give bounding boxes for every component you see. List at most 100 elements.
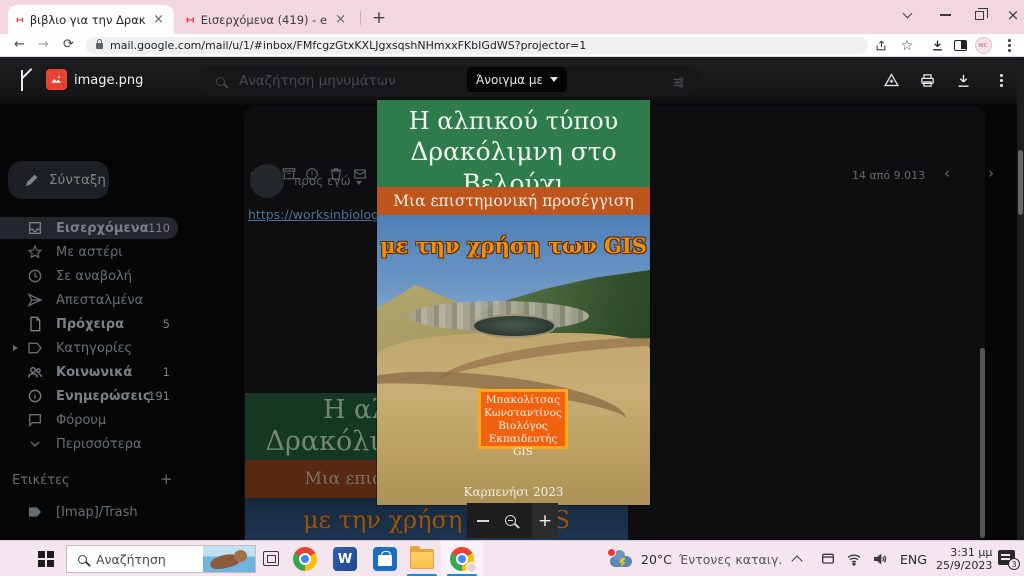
sidebar-item-people: Κοινωνικά1 — [0, 361, 178, 383]
browser-scrollbar[interactable] — [1017, 57, 1024, 540]
author-line: Κωνσταντίνος — [481, 407, 565, 420]
url-text: mail.google.com/mail/u/1/#inbox/FMfcgzGt… — [110, 39, 586, 52]
label-icon — [27, 504, 43, 520]
sidebar-item-chevdown: Περισσότερα — [0, 433, 178, 455]
taskbar-search-box[interactable]: Αναζήτηση — [66, 545, 256, 573]
sidebar-item-tag: Κατηγορίες — [0, 337, 178, 359]
open-with-button[interactable]: Άνοιγμα με — [467, 67, 567, 92]
weather-widget[interactable]: 20°C Έντονες καταιγ. — [610, 541, 782, 576]
window-restore-button[interactable] — [962, 0, 996, 30]
pagination-label: 14 από 9.013 — [852, 169, 925, 182]
wifi-icon[interactable] — [846, 541, 862, 576]
sidebar-item-label: Εισερχόμενα — [56, 221, 149, 236]
zoom-out-icon[interactable] — [477, 520, 489, 522]
sidebar-item-forum: Φόρουμ — [0, 409, 178, 431]
back-icon[interactable]: ← — [14, 37, 25, 52]
search-icon — [216, 77, 225, 86]
window-profile-chevron[interactable] — [890, 0, 924, 30]
lock-icon — [96, 43, 103, 49]
embedded-cover-tagline: με την χρήση των GIS — [245, 506, 628, 534]
start-button[interactable] — [38, 551, 54, 567]
pencil-icon — [24, 173, 39, 188]
task-view-button[interactable] — [263, 551, 279, 566]
compose-button: Σύνταξη — [8, 161, 109, 199]
sidebar-item-count: 110 — [148, 221, 170, 235]
attachment-filename: image.png — [74, 73, 143, 88]
cover-subtitle-band: Μια επιστημονική προσέγγιση — [377, 187, 650, 215]
tag-icon — [27, 340, 43, 356]
tab-title: Εισερχόμενα (419) - evriti.megal — [201, 13, 327, 27]
volume-icon[interactable] — [872, 541, 888, 576]
sidebar-item-label: Κατηγορίες — [56, 341, 132, 356]
tab-close-icon[interactable]: × — [151, 12, 166, 27]
cover-footer: Καρπενήσι 2023 — [377, 485, 650, 499]
browser-urlbar: ← → ⟳ mail.google.com/mail/u/1/#inbox/FM… — [0, 34, 1024, 57]
dragon-lake — [474, 316, 554, 336]
sidebar-item-doc: Πρόχειρα5 — [0, 313, 178, 335]
side-panel-icon[interactable] — [951, 37, 969, 54]
tray-window-icon[interactable] — [820, 541, 836, 576]
window-close-button[interactable]: × — [996, 0, 1024, 30]
download-icon[interactable] — [928, 37, 946, 54]
email-scrollbar[interactable] — [980, 348, 985, 538]
people-icon — [27, 364, 43, 380]
viewer-more-icon[interactable] — [990, 69, 1012, 91]
print-icon[interactable] — [916, 69, 938, 91]
profile-badge — [466, 562, 477, 573]
window-minimize-button[interactable] — [928, 0, 962, 30]
taskbar-clock[interactable]: 3:31 μμ 25/9/2023 — [936, 541, 992, 576]
share-icon[interactable] — [872, 37, 890, 54]
search-icon — [78, 555, 87, 564]
inbox-icon — [27, 220, 43, 236]
word-taskbar-icon[interactable]: W — [333, 547, 357, 571]
older-email-icon: › — [988, 164, 994, 182]
clock-time: 3:31 μμ — [936, 546, 992, 559]
search-highlight-image[interactable] — [203, 546, 255, 572]
reload-icon[interactable]: ⟳ — [63, 37, 74, 52]
author-line: Βιολόγος — [481, 420, 565, 433]
chevron-down-icon — [550, 77, 558, 82]
newer-email-icon: ‹ — [944, 164, 950, 182]
compose-label: Σύνταξη — [49, 172, 106, 188]
forward-icon[interactable]: → — [38, 37, 49, 52]
zoom-in-icon[interactable]: + — [532, 503, 558, 538]
add-to-drive-icon[interactable] — [880, 69, 902, 91]
sidebar-item-label: Ενημερώσεις — [56, 389, 151, 404]
language-indicator[interactable]: ENG — [900, 541, 927, 576]
viewer-back-icon[interactable] — [18, 70, 36, 88]
viewer-header: Αναζήτηση μηνυμάτων image.png Άνοιγμα με — [0, 57, 1024, 105]
windows-taskbar: Αναζήτηση W 20°C Έντονες καταιγ. ENG — [0, 540, 1024, 576]
notification-center-button[interactable]: 3 — [998, 550, 1015, 565]
sidebar-item-label: Με αστέρι — [56, 245, 123, 260]
screen: βιβλιο για την Δρακόλιμνη στο Β × Εισερχ… — [0, 0, 1024, 576]
label-name: [Imap]/Trash — [56, 505, 138, 520]
send-icon — [27, 292, 43, 308]
chrome-active-taskbar-icon[interactable] — [450, 547, 474, 571]
cover-title-line1: Η αλπικού τύπου — [377, 106, 650, 136]
store-taskbar-icon[interactable] — [373, 547, 397, 571]
tab-close-icon[interactable]: × — [333, 12, 348, 27]
star-icon — [27, 244, 43, 260]
zoom-level-icon[interactable] — [505, 515, 516, 526]
forum-icon — [27, 412, 43, 428]
tray-expand-chevron[interactable] — [793, 541, 801, 576]
bookmark-star-icon[interactable]: ☆ — [898, 37, 916, 54]
new-tab-button[interactable]: + — [368, 8, 390, 28]
browser-tab-1[interactable]: βιβλιο για την Δρακόλιμνη στο Β × — [8, 5, 174, 34]
profile-avatar[interactable]: WC — [974, 37, 992, 54]
viewer-download-icon[interactable] — [952, 69, 974, 91]
browser-titlebar: βιβλιο για την Δρακόλιμνη στο Β × Εισερχ… — [0, 0, 1024, 34]
sidebar-item-count: 1 — [163, 365, 170, 379]
sidebar-item-label: Περισσότερα — [56, 437, 142, 452]
image-file-icon — [46, 69, 67, 90]
browser-tab-2[interactable]: Εισερχόμενα (419) - evriti.megal × — [178, 5, 356, 34]
file-explorer-taskbar-icon[interactable] — [410, 547, 434, 571]
omnibox[interactable]: mail.google.com/mail/u/1/#inbox/FMfcgzGt… — [86, 37, 868, 54]
author-box: ΜπακολίτσαςΚωνσταντίνοςΒιολόγοςΕκπαιδευτ… — [478, 389, 568, 449]
sidebar-item-inbox: Εισερχόμενα110 — [0, 217, 178, 239]
chrome-taskbar-icon[interactable] — [293, 547, 317, 571]
viewer-zoom-controls: + — [467, 503, 558, 538]
gmail-attachment-viewer: Σύνταξη Εισερχόμενα110Με αστέριΣε αναβολ… — [0, 57, 1024, 540]
cover-photo: με την χρήση των GIS ΜπακολίτσαςΚωνσταντ… — [377, 215, 650, 505]
browser-menu-icon[interactable] — [1000, 37, 1018, 54]
